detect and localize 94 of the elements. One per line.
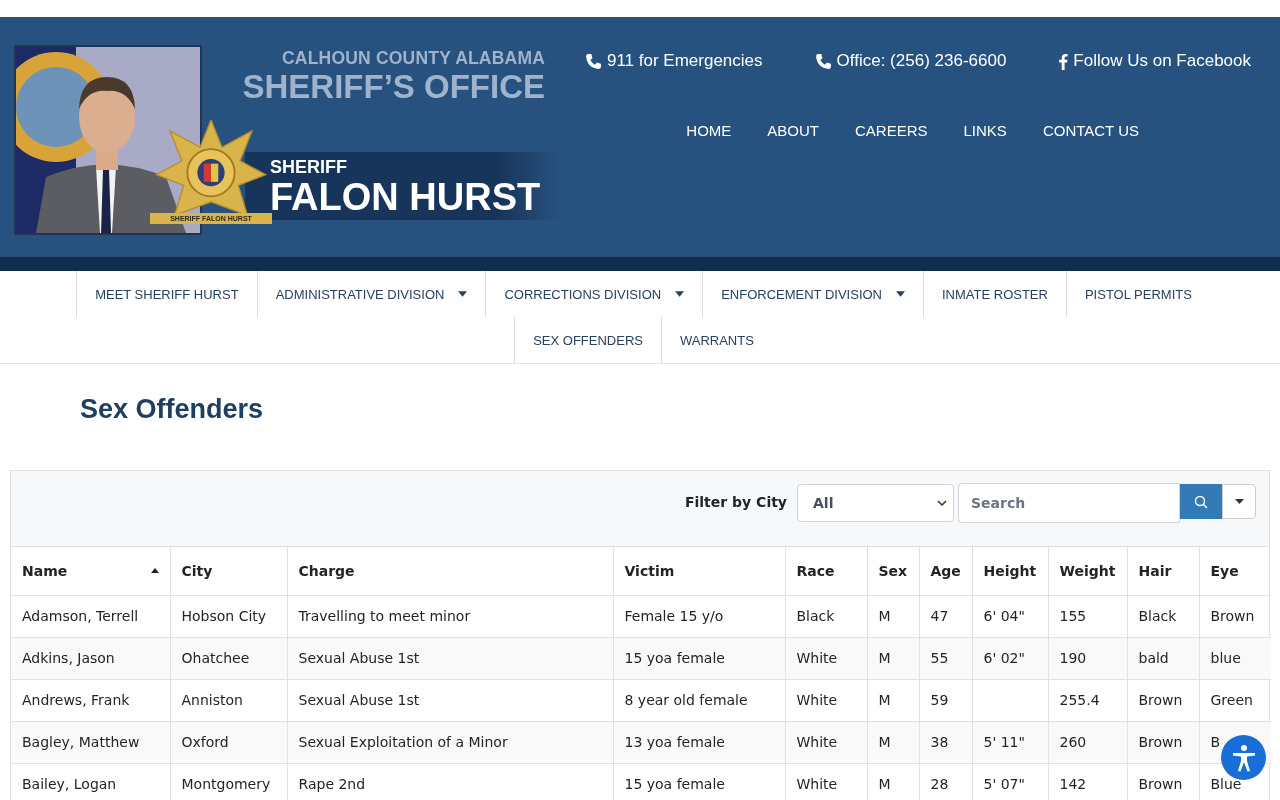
table-cell: 5' 07" [983, 776, 1025, 792]
table-cell: Sexual Abuse 1st [298, 650, 420, 666]
table-cell: 8 year old female [624, 692, 748, 708]
nav-item[interactable]: SEX OFFENDERS [514, 317, 661, 363]
table-cell: Female 15 y/o [624, 608, 724, 624]
nav-item[interactable]: CORRECTIONS DIVISION [485, 271, 703, 317]
facebook-icon [1058, 52, 1069, 70]
table-cell: 59 [930, 692, 949, 708]
nav-item[interactable]: INMATE ROSTER [923, 271, 1066, 317]
table-cell: White [796, 734, 838, 750]
page-title: Sex Offenders [80, 394, 265, 426]
nav-item[interactable]: ADMINISTRATIVE DIVISION [256, 271, 486, 317]
table-cell: Bailey, Logan [22, 776, 117, 792]
table-cell: 190 [1059, 650, 1087, 666]
table-cell: 38 [930, 734, 949, 750]
caret-icon [1234, 499, 1244, 504]
table-cell: Brown [1210, 608, 1255, 624]
table-cell: Adamson, Terrell [22, 608, 139, 624]
table-cell: Rape 2nd [298, 776, 366, 792]
search-field[interactable]: Search [958, 483, 1180, 523]
table-cell: M [878, 608, 891, 624]
table-cell: Bagley, Matthew [22, 734, 140, 750]
menu-link[interactable]: CAREERS [855, 122, 928, 139]
table-cell: bald [1138, 650, 1169, 666]
table-cell: 47 [930, 608, 949, 624]
table-cell: B [1210, 734, 1221, 750]
table-cell: White [796, 692, 838, 708]
table-cell: White [796, 650, 838, 666]
table-cell: Adkins, Jason [22, 650, 115, 666]
search-icon [1194, 494, 1208, 509]
table-cell: Travelling to meet minor [298, 608, 471, 624]
menu-link[interactable]: CONTACT US [1042, 122, 1139, 139]
column-header[interactable]: City [170, 547, 287, 595]
nav-item[interactable]: PISTOL PERMITS [1065, 271, 1210, 317]
chevron-down-icon [937, 500, 947, 506]
table-cell: Black [796, 608, 835, 624]
table-cell: 15 yoa female [624, 776, 725, 792]
nav-item[interactable]: ENFORCEMENT DIVISION [702, 271, 923, 317]
column-header[interactable]: Hair [1127, 547, 1199, 595]
phone-icon [584, 52, 602, 70]
table-cell: 13 yoa female [624, 734, 725, 750]
dropdown-button[interactable] [1222, 484, 1256, 519]
table-cell: Ohatchee [181, 650, 250, 666]
table-cell: 155 [1059, 608, 1087, 624]
table-cell: White [796, 776, 838, 792]
column-header[interactable]: Victim [613, 547, 785, 595]
office-title: SHERIFF’S OFFICE [242, 70, 545, 103]
table-cell: M [878, 650, 891, 666]
table-cell: Oxford [181, 734, 229, 750]
table-cell: Hobson City [181, 608, 267, 624]
filter-label: Filter by City [684, 494, 787, 510]
table-cell: 28 [930, 776, 949, 792]
sheriff-label: SHERIFF [270, 158, 347, 178]
table-cell: 255.4 [1059, 692, 1100, 708]
table-cell: 5' 11" [983, 734, 1025, 750]
column-header[interactable]: Name [11, 547, 170, 595]
column-header[interactable]: Age [919, 547, 972, 595]
column-header[interactable]: Race [785, 547, 867, 595]
table-cell: 260 [1059, 734, 1087, 750]
table-cell: Sexual Exploitation of a Minor [298, 734, 508, 750]
table-cell: Sexual Abuse 1st [298, 692, 420, 708]
table-cell: 15 yoa female [624, 650, 725, 666]
column-header[interactable]: Eye [1199, 547, 1271, 595]
table-cell: 6' 04" [983, 608, 1025, 624]
table-cell: Brown [1138, 776, 1183, 792]
column-header[interactable]: Sex [867, 547, 919, 595]
table-cell: Brown [1138, 734, 1183, 750]
nav-item[interactable]: WARRANTS [660, 317, 772, 363]
menu-link[interactable]: HOME [686, 122, 732, 139]
table-cell: 6' 02" [983, 650, 1025, 666]
table-cell: M [878, 776, 891, 792]
column-header[interactable]: Charge [287, 547, 613, 595]
table-cell: M [878, 734, 891, 750]
table-cell: Montgomery [181, 776, 271, 792]
office-subtitle: CALHOUN COUNTY ALABAMA [282, 48, 545, 69]
menu-link[interactable]: ABOUT [767, 122, 819, 139]
table-cell: Blue [1210, 776, 1242, 792]
nav-item[interactable]: MEET SHERIFF HURST [76, 271, 257, 317]
table-cell: Anniston [181, 692, 243, 708]
menu-link[interactable]: LINKS [963, 122, 1007, 139]
sheriff-name: FALON HURST [270, 177, 541, 216]
column-header[interactable]: Weight [1048, 547, 1127, 595]
table-cell: Andrews, Frank [22, 692, 130, 708]
table-cell: M [878, 692, 891, 708]
table-cell: Green [1210, 692, 1253, 708]
table-cell: 55 [930, 650, 949, 666]
table-cell: Brown [1138, 692, 1183, 708]
phone-icon [814, 52, 832, 70]
search-button[interactable] [1180, 484, 1222, 519]
column-header[interactable]: Height [972, 547, 1048, 595]
city-select[interactable]: All [797, 484, 954, 522]
table-cell: blue [1210, 650, 1241, 666]
table-cell: Black [1138, 608, 1177, 624]
table-cell: 142 [1059, 776, 1087, 792]
